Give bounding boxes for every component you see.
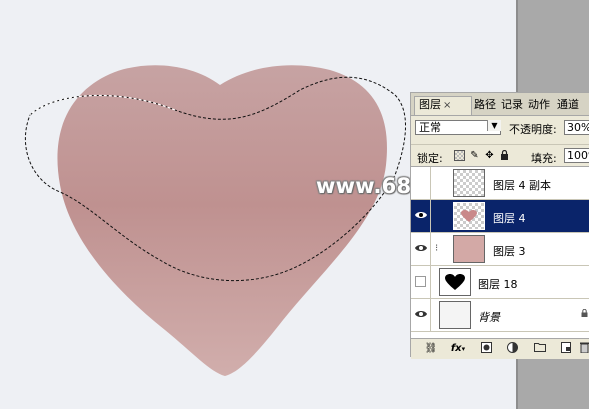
lock-transparency-icon[interactable] (454, 150, 465, 161)
blend-mode-value: 正常 (419, 121, 441, 134)
opacity-input[interactable]: 30% (564, 120, 589, 135)
blend-row: 正常 ▼ 不透明度: 30% (411, 118, 589, 138)
heart-shape (57, 65, 387, 376)
layer-row[interactable]: 背景 (411, 299, 589, 332)
adjustment-icon[interactable] (503, 342, 521, 356)
eye-icon (415, 311, 427, 317)
layer-row-selected[interactable]: 图层 4 (411, 200, 589, 233)
tab-channels[interactable]: 通道 (557, 97, 579, 113)
layer-name: 图层 18 (478, 278, 518, 291)
close-icon[interactable]: × (443, 100, 451, 111)
layer-row[interactable]: ⁝ 图层 3 (411, 233, 589, 266)
lock-icon (581, 309, 588, 317)
lock-row: 锁定: ✎ ✥ 填充: 100% (411, 144, 589, 165)
layer-thumbnail (453, 169, 485, 197)
chain-link-icon: ⁝ (435, 243, 439, 254)
layer-name: 图层 3 (493, 245, 526, 258)
fx-label: fx (450, 343, 462, 354)
lock-all-icon[interactable] (499, 149, 510, 161)
group-icon[interactable] (533, 342, 547, 356)
opacity-label: 不透明度: (509, 123, 557, 136)
lock-brush-icon[interactable]: ✎ (469, 150, 480, 161)
visibility-toggle[interactable] (411, 266, 431, 298)
layer-name: 图层 4 副本 (493, 179, 551, 192)
tab-paths[interactable]: 路径 (474, 97, 496, 113)
layer-name: 背景 (478, 311, 500, 324)
visibility-toggle[interactable] (411, 233, 431, 265)
layers-panel: 图层× 路径 记录 动作 通道 正常 ▼ 不透明度: 30% 锁定: ✎ ✥ 填… (410, 92, 589, 359)
layer-list: 图层 4 副本 图层 4 ⁝ 图层 3 图层 18 背景 (411, 166, 589, 339)
hidden-visibility-box (415, 276, 426, 287)
fill-label: 填充: (531, 152, 557, 165)
eye-icon (415, 212, 427, 218)
layer-thumbnail (439, 301, 471, 329)
chevron-down-icon[interactable]: ▼ (487, 120, 501, 131)
visibility-toggle[interactable] (411, 200, 431, 232)
layer-thumbnail (453, 235, 485, 263)
fx-icon[interactable]: fx▾ (449, 342, 467, 356)
eye-icon (415, 245, 427, 251)
visibility-toggle[interactable] (411, 299, 431, 331)
panel-footer: ⛓ fx▾ (411, 338, 589, 359)
tab-history[interactable]: 记录 (501, 97, 523, 113)
trash-icon[interactable] (579, 342, 589, 356)
visibility-toggle[interactable] (411, 167, 431, 199)
layer-thumbnail (453, 202, 485, 230)
tab-layers-label: 图层 (419, 98, 441, 111)
pink-heart-thumb (461, 210, 477, 222)
fill-input[interactable]: 100% (564, 148, 589, 163)
layer-row[interactable]: 图层 18 (411, 266, 589, 299)
tab-layers[interactable]: 图层 × (414, 96, 472, 115)
link-icon[interactable]: ⛓ (423, 342, 439, 356)
layer-name: 图层 4 (493, 212, 526, 225)
layer-thumbnail (439, 268, 471, 296)
layer-row[interactable]: 图层 4 副本 (411, 167, 589, 200)
panel-tab-bar: 图层 × 路径 记录 动作 通道 (411, 93, 589, 116)
new-layer-icon[interactable] (559, 342, 573, 356)
lock-move-icon[interactable]: ✥ (484, 150, 495, 161)
tab-actions[interactable]: 动作 (528, 97, 550, 113)
lock-label: 锁定: (417, 152, 443, 165)
mask-icon[interactable] (479, 342, 493, 356)
black-heart-thumb (445, 274, 465, 290)
